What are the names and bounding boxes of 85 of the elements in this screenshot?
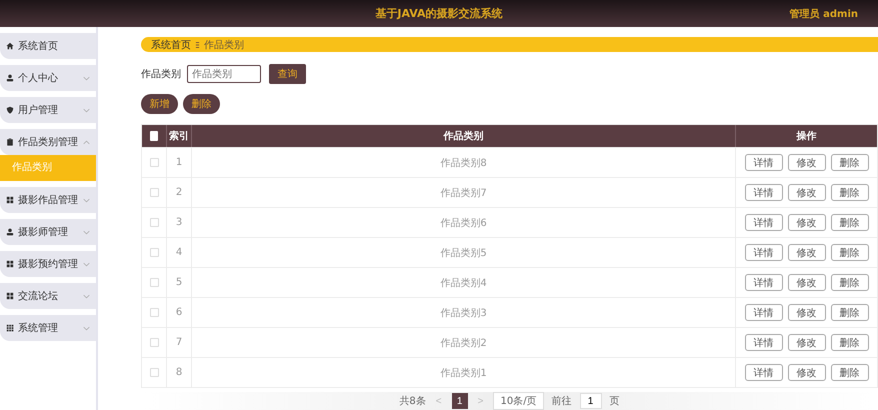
header-cell-text: 操作: [795, 130, 818, 144]
details-button[interactable]: 详情: [744, 244, 782, 261]
details-button[interactable]: 详情: [744, 334, 782, 351]
clipboard-icon: [6, 138, 14, 146]
grid-icon: [6, 260, 14, 268]
delete-button[interactable]: 删除: [830, 304, 868, 321]
menu-item[interactable]: 交流论坛: [0, 283, 96, 309]
table-cell: 6: [167, 298, 192, 327]
edit-button[interactable]: 修改: [788, 184, 826, 201]
table-cell: 作品类别3: [192, 298, 736, 327]
table-cell: 7: [167, 328, 192, 357]
header-cell: 作品类别: [192, 125, 736, 147]
delete-button[interactable]: 删除: [830, 214, 868, 231]
delete-button[interactable]: 删除: [830, 184, 868, 201]
home-icon: [6, 42, 14, 50]
table-cell: 作品类别5: [192, 238, 736, 267]
edit-button[interactable]: 修改: [788, 364, 826, 381]
app-title: 基于JAVA的摄影交流系统: [375, 6, 503, 21]
table-cell: 作品类别2: [192, 328, 736, 357]
search-label: 作品类别: [141, 68, 181, 81]
grid-icon: [6, 324, 14, 332]
page-size-select[interactable]: 10条/页: [493, 392, 544, 410]
details-button[interactable]: 详情: [744, 304, 782, 321]
table-cell: 2: [167, 178, 192, 207]
add-button[interactable]: 新增: [141, 94, 178, 114]
table-cell: 4: [167, 238, 192, 267]
delete-button[interactable]: 删除: [183, 94, 220, 114]
checkbox[interactable]: [150, 278, 158, 287]
details-button[interactable]: 详情: [744, 214, 782, 231]
details-button[interactable]: 详情: [744, 154, 782, 171]
details-button[interactable]: 详情: [744, 274, 782, 291]
header-cell: 索引: [167, 125, 192, 147]
delete-button[interactable]: 删除: [830, 154, 868, 171]
menu-item[interactable]: 个人中心: [0, 65, 96, 91]
edit-button[interactable]: 修改: [788, 274, 826, 291]
page-unit: 页: [610, 395, 620, 408]
person-icon: [6, 228, 14, 236]
checkbox[interactable]: [150, 158, 158, 167]
table-cell: 作品类别1: [192, 358, 736, 387]
checkbox[interactable]: [150, 131, 158, 141]
checkbox[interactable]: [150, 308, 158, 317]
menu-item[interactable]: 摄影预约管理: [0, 251, 96, 277]
goto-label: 前往: [552, 394, 572, 408]
menu-item[interactable]: 作品类别管理: [0, 129, 96, 155]
edit-button[interactable]: 修改: [788, 304, 826, 321]
table-cell: 8: [167, 358, 192, 387]
total-count: 共8条: [399, 394, 426, 408]
grid-icon: [6, 196, 14, 204]
menu-item[interactable]: 摄影作品管理: [0, 187, 96, 213]
table-cell: 3: [167, 208, 192, 237]
checkbox[interactable]: [150, 188, 158, 197]
checkbox[interactable]: [150, 248, 158, 257]
table-cell: 作品类别4: [192, 268, 736, 297]
separator-icon: [195, 40, 200, 48]
checkbox[interactable]: [150, 218, 158, 227]
edit-button[interactable]: 修改: [788, 154, 826, 171]
menu-item[interactable]: 摄影师管理: [0, 219, 96, 245]
grid-icon: [6, 292, 14, 300]
details-button[interactable]: 详情: [744, 364, 782, 381]
user-label: 管理员 admin: [790, 8, 858, 21]
person-icon: [6, 74, 14, 82]
delete-button[interactable]: 删除: [830, 334, 868, 351]
edit-button[interactable]: 修改: [788, 244, 826, 261]
menu-item[interactable]: 系统首页: [0, 33, 96, 59]
table-cell: 1: [167, 148, 192, 177]
delete-button[interactable]: 删除: [830, 364, 868, 381]
delete-button[interactable]: 删除: [830, 274, 868, 291]
edit-button[interactable]: 修改: [788, 334, 826, 351]
page-button[interactable]: 1: [452, 393, 468, 409]
table-cell: 5: [167, 268, 192, 297]
checkbox[interactable]: [150, 368, 158, 377]
edit-button[interactable]: 修改: [788, 214, 826, 231]
table-cell: 作品类别6: [192, 208, 736, 237]
menu-item[interactable]: 用户管理: [0, 97, 96, 123]
delete-button[interactable]: 删除: [830, 244, 868, 261]
menu-item[interactable]: 系统管理: [0, 315, 96, 341]
breadcrumb-link[interactable]: 系统首页: [151, 38, 191, 52]
shield-icon: [6, 106, 14, 114]
checkbox[interactable]: [150, 338, 158, 347]
page-input[interactable]: 1: [580, 393, 602, 409]
search-field[interactable]: 作品类别: [187, 65, 261, 83]
table-cell: 作品类别8: [192, 148, 736, 177]
table-cell: 作品类别7: [192, 178, 736, 207]
search-button[interactable]: 查询: [269, 64, 306, 84]
details-button[interactable]: 详情: [744, 184, 782, 201]
